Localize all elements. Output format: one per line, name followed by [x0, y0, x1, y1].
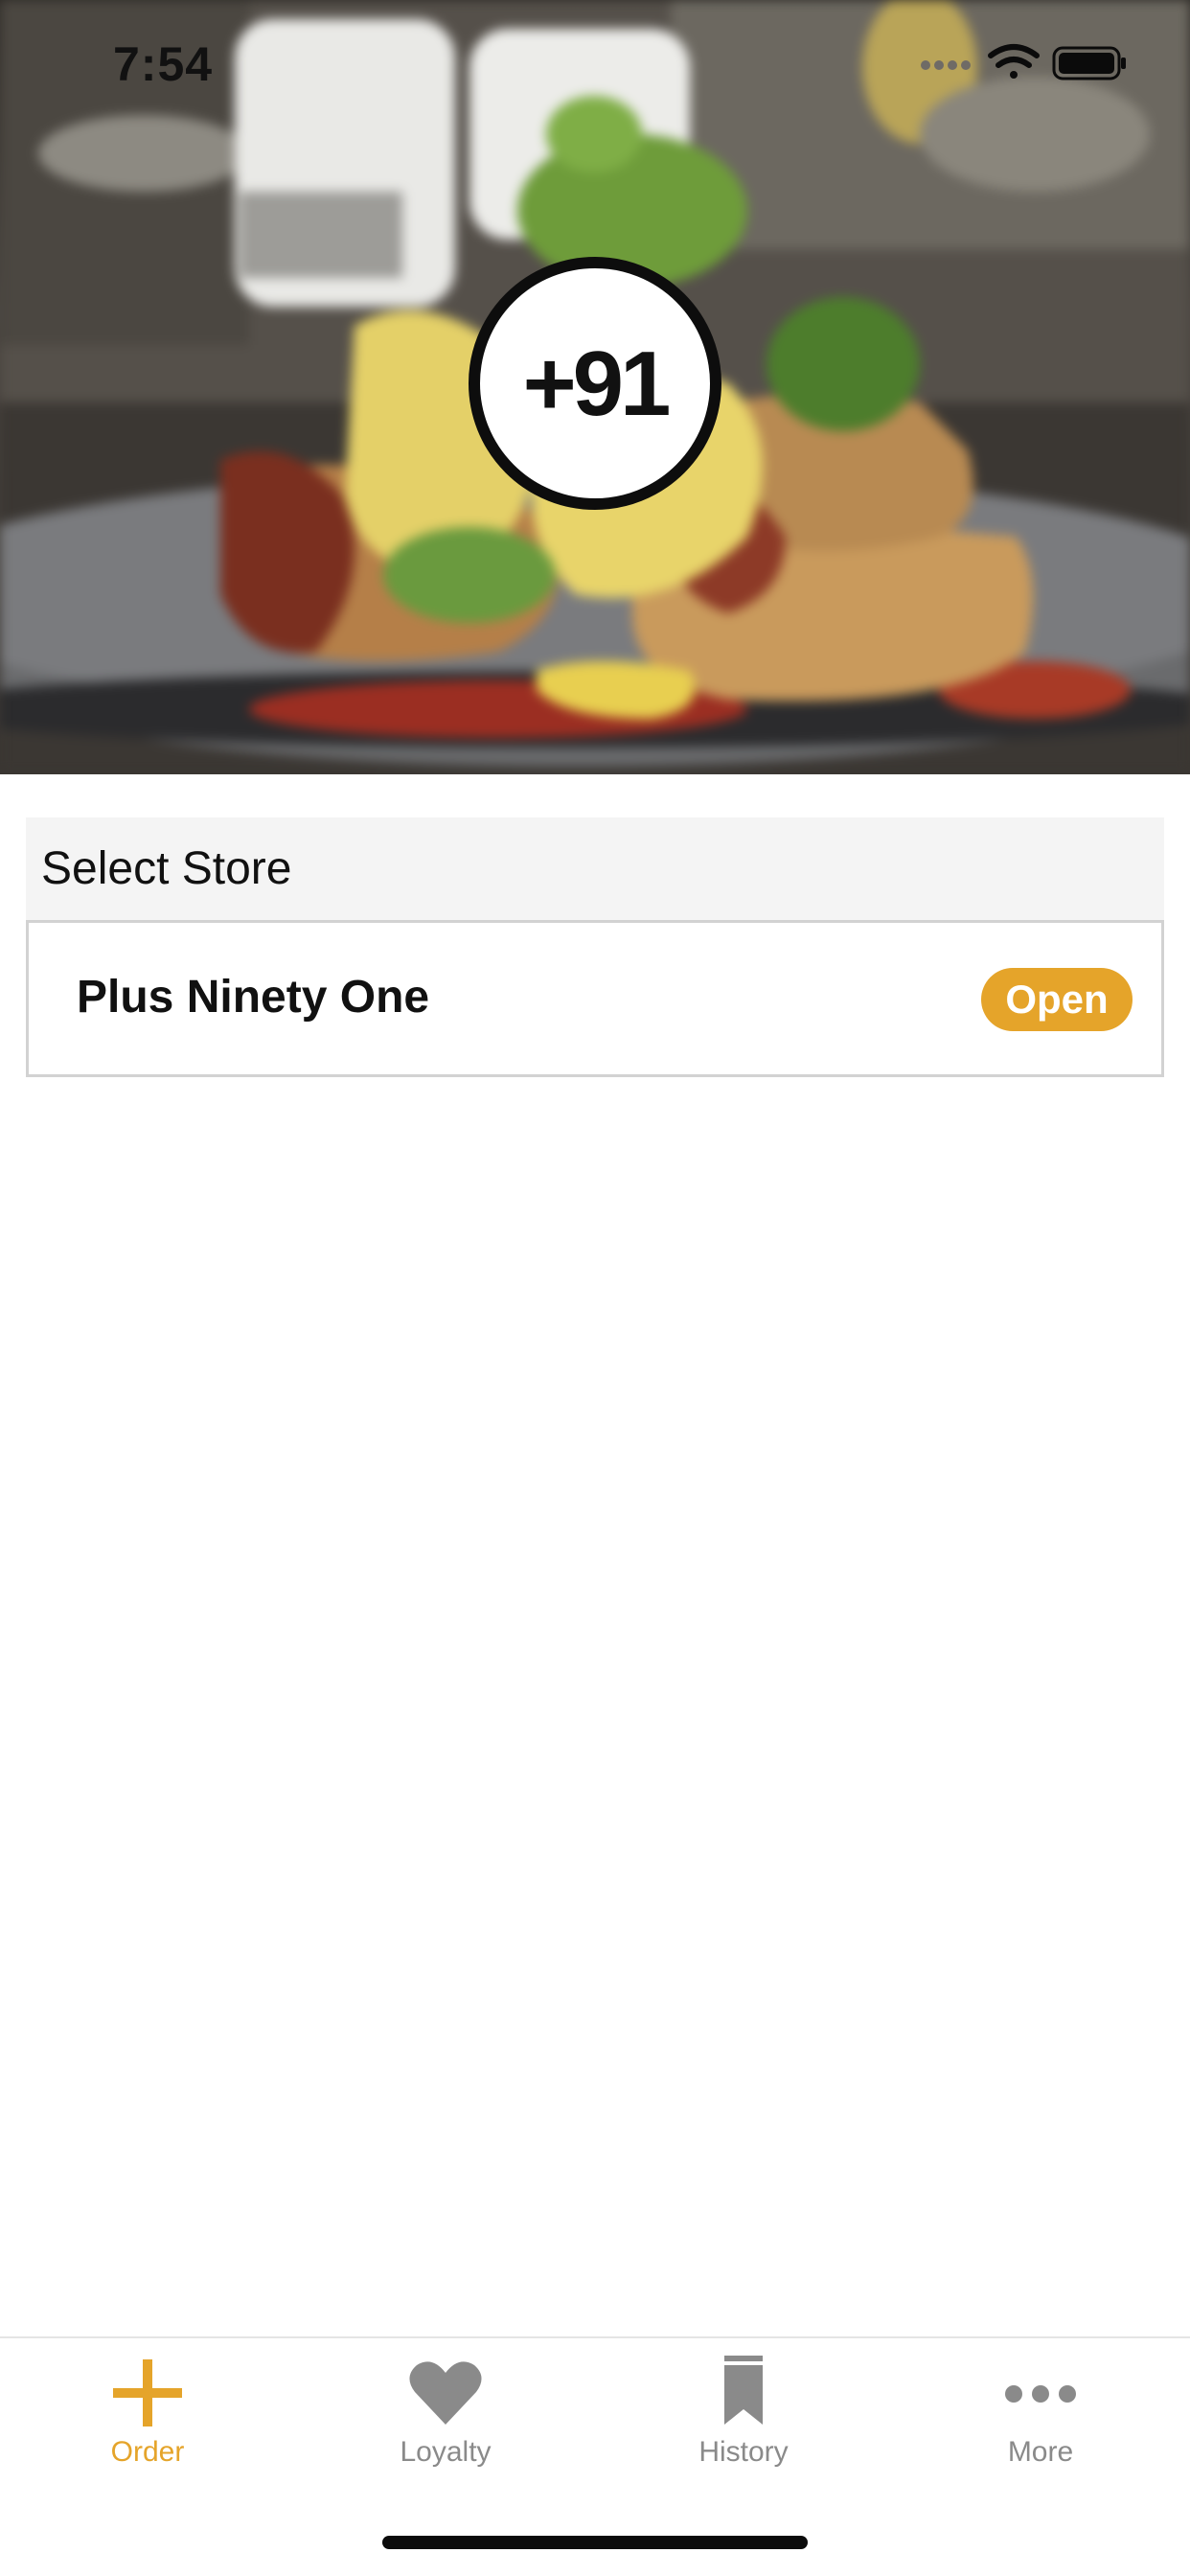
bookmark-icon — [724, 2356, 763, 2425]
tab-label-order: Order — [110, 2436, 185, 2468]
tab-label-history: History — [698, 2436, 789, 2468]
wifi-icon — [988, 44, 1040, 79]
heart-icon — [409, 2361, 482, 2425]
tab-history[interactable]: History — [648, 2338, 839, 2482]
battery-icon — [1052, 46, 1126, 80]
store-name: Plus Ninety One — [77, 972, 430, 1023]
status-bar: 7:54 — [0, 0, 1190, 126]
plus-icon — [113, 2359, 182, 2426]
tab-more[interactable]: More — [945, 2338, 1136, 2482]
tab-label-more: More — [1007, 2436, 1074, 2468]
home-indicator — [382, 2536, 808, 2549]
store-status-badge: Open — [981, 968, 1133, 1031]
more-dots-icon — [1005, 2385, 1076, 2403]
tab-label-loyalty: Loyalty — [400, 2436, 492, 2468]
tab-loyalty[interactable]: Loyalty — [350, 2338, 541, 2482]
cellular-signal-icon — [921, 60, 971, 70]
section-title: Select Store — [41, 843, 292, 894]
select-store-header: Select Store — [26, 817, 1164, 921]
brand-logo-text: +91 — [522, 333, 672, 435]
app-screen: 7:54 +91 Select Store Plus Ninety One Op… — [0, 0, 1190, 2576]
store-list-item[interactable]: Plus Ninety One Open — [26, 920, 1164, 1077]
brand-logo: +91 — [469, 257, 721, 510]
hero-image: 7:54 +91 — [0, 0, 1190, 774]
tab-order[interactable]: Order — [52, 2338, 243, 2482]
status-time: 7:54 — [113, 37, 214, 91]
status-icons — [918, 42, 1129, 89]
